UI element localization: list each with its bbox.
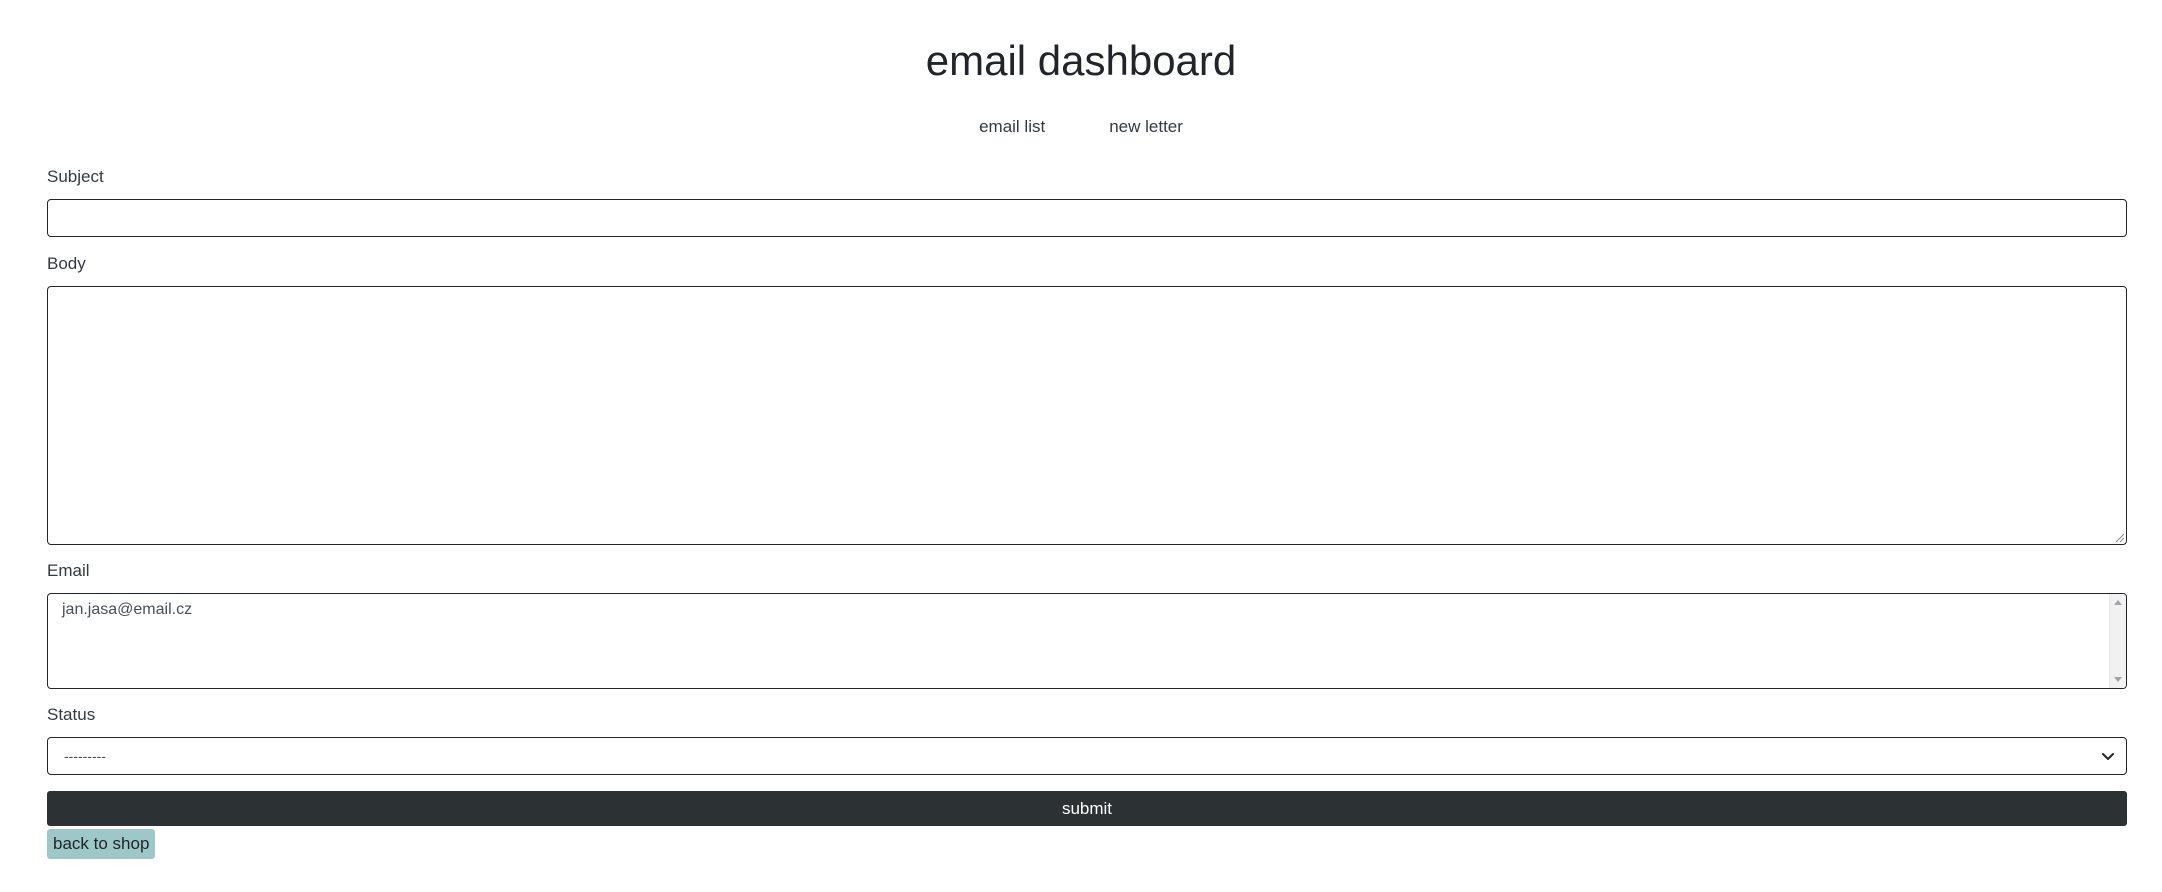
status-select[interactable]: --------- — [47, 737, 2127, 775]
email-multiselect[interactable]: jan.jasa@email.cz — [47, 593, 2127, 689]
top-nav: email list new letter — [0, 115, 2162, 139]
nav-new-letter-link[interactable]: new letter — [1109, 115, 1183, 139]
submit-button[interactable]: submit — [47, 791, 2127, 826]
scroll-down-icon[interactable] — [2114, 677, 2122, 682]
nav-email-list-link[interactable]: email list — [979, 115, 1045, 139]
subject-label: Subject — [47, 167, 104, 186]
resize-grip-icon[interactable] — [2114, 532, 2124, 542]
status-label: Status — [47, 705, 96, 724]
back-to-shop-button[interactable]: back to shop — [47, 829, 156, 859]
subject-input[interactable] — [47, 199, 2127, 237]
status-selected-value: --------- — [64, 748, 106, 764]
email-option[interactable]: jan.jasa@email.cz — [62, 601, 192, 619]
email-label: Email — [47, 561, 90, 580]
chevron-down-icon — [2102, 753, 2114, 760]
body-label: Body — [47, 254, 86, 273]
email-list-scrollbar[interactable] — [2109, 594, 2126, 688]
page-title: email dashboard — [925, 37, 1237, 84]
body-textarea[interactable] — [47, 286, 2127, 545]
scroll-up-icon[interactable] — [2114, 600, 2122, 605]
